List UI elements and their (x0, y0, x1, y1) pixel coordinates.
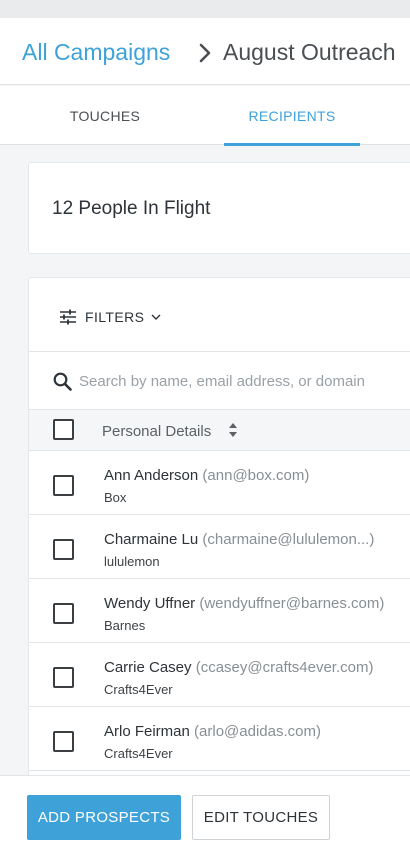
breadcrumb-all-campaigns[interactable]: All Campaigns (22, 39, 170, 66)
action-footer: ADD PROSPECTS EDIT TOUCHES (0, 775, 410, 856)
select-all-checkbox[interactable] (53, 419, 74, 440)
table-row[interactable]: Charmaine Lu (charmaine@lululemon...) lu… (29, 515, 410, 579)
recipient-email: (arlo@adidas.com) (194, 723, 321, 740)
sliders-icon (59, 309, 77, 325)
breadcrumb-current-campaign: August Outreach (223, 39, 396, 65)
page-header: All Campaigns August Outreach (0, 18, 410, 85)
recipient-name-line: Charmaine Lu (charmaine@lululemon...) (104, 531, 374, 548)
summary-card: 12 People In Flight (28, 162, 410, 254)
recipient-name-line: Ann Anderson (ann@box.com) (104, 467, 309, 484)
recipient-company: Crafts4Ever (104, 682, 173, 697)
filters-button[interactable]: FILTERS (59, 306, 161, 328)
sort-icon[interactable] (228, 422, 238, 443)
search-input[interactable] (79, 366, 410, 396)
recipient-name: Charmaine Lu (104, 531, 199, 548)
recipient-name: Arlo Feirman (104, 723, 190, 740)
active-tab-indicator (224, 143, 360, 146)
recipient-company: Crafts4Ever (104, 746, 173, 761)
search-icon (53, 372, 72, 396)
tab-touches-label: TOUCHES (69, 107, 141, 124)
recipient-email: (wendyuffner@barnes.com) (199, 595, 385, 612)
row-checkbox[interactable] (53, 539, 74, 560)
recipient-name: Ann Anderson (104, 467, 199, 484)
recipient-name-line: Arlo Feirman (arlo@adidas.com) (104, 723, 321, 740)
row-checkbox[interactable] (53, 667, 74, 688)
tab-touches[interactable]: TOUCHES (30, 86, 180, 145)
status-strip (0, 0, 410, 18)
table-row[interactable]: Wendy Uffner (wendyuffner@barnes.com) Ba… (29, 579, 410, 643)
people-in-flight-count: 12 People In Flight (52, 198, 211, 219)
recipient-name-line: Wendy Uffner (wendyuffner@barnes.com) (104, 595, 384, 612)
tab-recipients-label: RECIPIENTS (248, 107, 336, 124)
table-header: Personal Details (29, 409, 410, 451)
recipients-panel: FILTERS Personal Details (28, 277, 410, 797)
app-screen: All Campaigns August Outreach TOUCHES RE… (0, 0, 410, 856)
row-checkbox[interactable] (53, 603, 74, 624)
recipient-company: lululemon (104, 554, 160, 569)
recipient-name: Carrie Casey (104, 659, 192, 676)
recipient-name: Wendy Uffner (104, 595, 196, 612)
recipient-company: Box (104, 490, 127, 505)
row-checkbox[interactable] (53, 475, 74, 496)
add-prospects-button[interactable]: ADD PROSPECTS (27, 795, 181, 840)
recipient-email: (charmaine@lululemon...) (202, 531, 375, 548)
table-row[interactable]: Carrie Casey (ccasey@crafts4ever.com) Cr… (29, 643, 410, 707)
tab-bar: TOUCHES RECIPIENTS (0, 86, 410, 146)
table-row[interactable]: Ann Anderson (ann@box.com) Box (29, 451, 410, 515)
recipient-name-line: Carrie Casey (ccasey@crafts4ever.com) (104, 659, 373, 676)
recipient-company: Barnes (104, 618, 146, 633)
chevron-down-icon (151, 313, 161, 321)
edit-touches-button[interactable]: EDIT TOUCHES (192, 795, 330, 840)
recipient-list: Ann Anderson (ann@box.com) Box Charmaine… (29, 451, 410, 771)
table-row[interactable]: Arlo Feirman (arlo@adidas.com) Crafts4Ev… (29, 707, 410, 771)
filters-label: FILTERS (85, 309, 145, 325)
row-checkbox[interactable] (53, 731, 74, 752)
chevron-right-icon (196, 42, 214, 64)
recipient-email: (ann@box.com) (202, 467, 310, 484)
recipient-email: (ccasey@crafts4ever.com) (195, 659, 374, 676)
column-header-personal-details[interactable]: Personal Details (102, 423, 211, 440)
tab-recipients[interactable]: RECIPIENTS (224, 86, 360, 146)
search-bar (29, 352, 410, 410)
